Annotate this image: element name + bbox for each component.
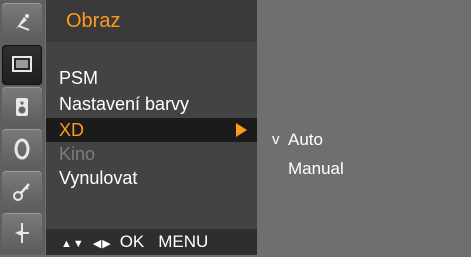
menu-title: Obraz: [46, 0, 257, 42]
picture-icon: [12, 56, 32, 72]
submenu-item-manual[interactable]: Manual: [258, 157, 458, 181]
sidebar-item-lock[interactable]: [2, 171, 42, 211]
menu-item-label: Nastavení barvy: [59, 94, 190, 114]
menu-item-color-settings[interactable]: Nastavení barvy: [46, 92, 257, 116]
xd-submenu-panel: v Auto Manual: [258, 0, 471, 255]
check-mark-icon: v: [272, 131, 280, 148]
submenu-item-label: Auto: [288, 130, 323, 149]
up-down-arrows-icon: ▲▼: [61, 238, 85, 250]
submenu-item-auto[interactable]: v Auto: [258, 128, 458, 152]
menu-item-cinema: Kino: [46, 142, 257, 166]
sidebar-item-picture[interactable]: [2, 45, 42, 85]
menu-item-label: Kino: [59, 144, 96, 164]
menu-hint: MENU: [158, 232, 209, 251]
category-sidebar: [0, 0, 45, 255]
menu-item-label: XD: [59, 120, 85, 140]
key-icon: [13, 183, 30, 201]
menu-item-reset[interactable]: Vynulovat: [46, 166, 257, 190]
menu-item-label: PSM: [59, 68, 99, 88]
submenu-item-label: Manual: [288, 159, 344, 178]
menu-item-label: Vynulovat: [59, 168, 138, 188]
sidebar-item-audio[interactable]: [2, 87, 42, 127]
clock-icon: [14, 138, 30, 160]
satellite-icon: [16, 14, 30, 31]
input-icon: [15, 223, 29, 243]
menu-item-xd[interactable]: XD: [46, 118, 257, 142]
submenu-arrow-icon: [236, 123, 247, 137]
sidebar-item-input[interactable]: [2, 213, 42, 253]
menu-item-psm[interactable]: PSM: [46, 66, 257, 90]
navigation-hint-bar: ▲▼ ◀▶ OK MENU: [46, 229, 257, 255]
speaker-icon: [16, 98, 28, 116]
tv-osd-screen: Obraz PSM Nastavení barvy XD Kino Vynulo…: [0, 0, 471, 255]
sidebar-item-time[interactable]: [2, 129, 42, 169]
left-right-arrows-icon: ◀▶: [92, 238, 112, 250]
picture-menu-panel: Obraz PSM Nastavení barvy XD Kino Vynulo…: [46, 0, 257, 255]
ok-hint: OK: [119, 232, 145, 251]
sidebar-item-setup[interactable]: [2, 3, 42, 43]
